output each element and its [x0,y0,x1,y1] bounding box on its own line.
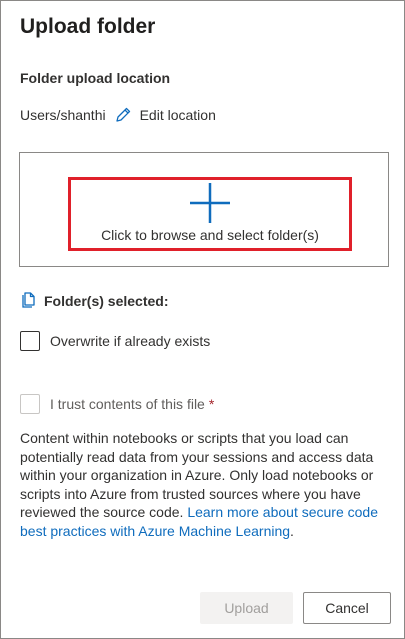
plus-icon [189,182,231,224]
upload-button[interactable]: Upload [200,592,293,624]
upload-folder-dialog: Upload folder Folder upload location Use… [0,0,405,639]
trust-label: I trust contents of this file [50,396,205,412]
location-heading: Folder upload location [20,70,171,86]
location-row: Users/shanthi Edit location [20,106,216,124]
trust-checkbox[interactable] [20,394,40,414]
folder-dropzone[interactable]: Click to browse and select folder(s) [19,152,389,267]
document-copy-icon [20,290,38,311]
edit-location-button[interactable]: Edit location [114,106,216,124]
browse-folders-target[interactable]: Click to browse and select folder(s) [68,177,352,251]
cancel-button[interactable]: Cancel [303,592,391,624]
required-marker: * [208,396,215,412]
disclaimer-end: . [290,522,294,539]
dialog-title: Upload folder [20,15,156,38]
folders-selected-row: Folder(s) selected: [20,290,168,311]
security-disclaimer: Content within notebooks or scripts that… [20,429,382,540]
overwrite-label: Overwrite if already exists [50,333,211,349]
overwrite-option[interactable]: Overwrite if already exists [20,331,210,351]
folders-selected-label: Folder(s) selected: [44,292,169,309]
location-path: Users/shanthi [20,107,106,123]
overwrite-checkbox[interactable] [20,331,40,351]
edit-location-label: Edit location [139,107,216,123]
trust-option[interactable]: I trust contents of this file * [20,394,214,414]
browse-folders-label: Click to browse and select folder(s) [101,227,319,243]
pencil-icon [114,106,132,124]
